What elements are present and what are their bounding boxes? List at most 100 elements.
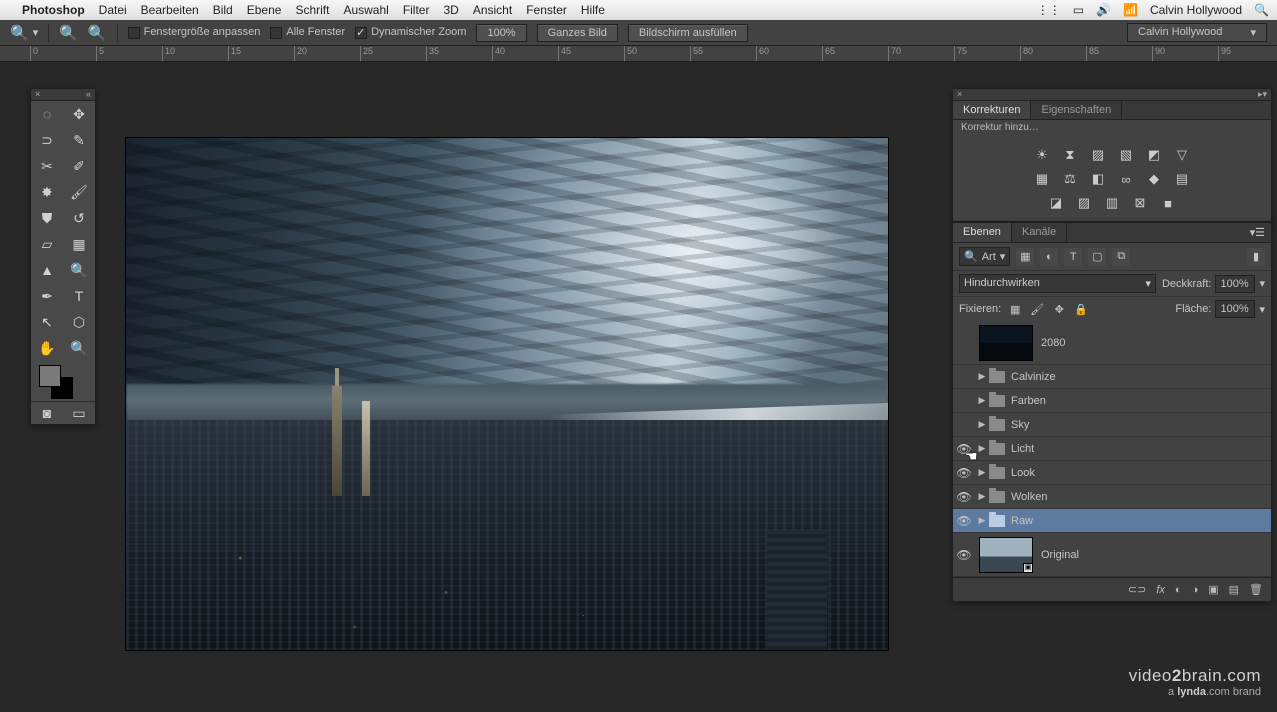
move-tool[interactable]: ✥ <box>63 101 95 127</box>
scrubby-zoom-checkbox[interactable]: Dynamischer Zoom <box>355 26 466 38</box>
lasso-tool[interactable]: ⊃ <box>31 127 63 153</box>
layer-name-label[interactable]: Raw <box>1011 515 1271 527</box>
layer-name-label[interactable]: 2080 <box>1041 337 1271 349</box>
folder-disclosure-icon[interactable]: ▶ <box>975 443 989 454</box>
layer-row-look[interactable]: 👁▶Look <box>953 461 1271 485</box>
adjustment-icon-0-4[interactable]: ◩ <box>1145 147 1163 163</box>
folder-disclosure-icon[interactable]: ▶ <box>975 419 989 430</box>
menubar-wifi-icon[interactable]: 📶 <box>1123 3 1138 17</box>
menu-filter[interactable]: Filter <box>403 3 430 17</box>
adjustment-icon-0-2[interactable]: ▨ <box>1089 147 1107 163</box>
adjustment-icon-2-4[interactable]: ■ <box>1159 195 1177 211</box>
opacity-input[interactable]: 100% <box>1215 275 1255 293</box>
menu-3d[interactable]: 3D <box>443 3 458 17</box>
shape-tool[interactable]: ⬡ <box>63 309 95 335</box>
layer-row-raw[interactable]: 👁▶ Raw <box>953 509 1271 533</box>
layer-visibility-toggle[interactable]: 👁 <box>953 442 975 456</box>
folder-disclosure-icon[interactable]: ▶ <box>975 491 989 502</box>
layer-name-label[interactable]: Calvinize <box>1011 371 1271 383</box>
screenmode-toggle[interactable]: ▭ <box>63 402 95 424</box>
menu-auswahl[interactable]: Auswahl <box>343 3 388 17</box>
opacity-flyout-icon[interactable]: ▾ <box>1259 277 1265 290</box>
layer-fx-icon[interactable]: fx <box>1156 584 1165 596</box>
layer-name-label[interactable]: Sky <box>1011 419 1271 431</box>
filter-type-icon[interactable]: T <box>1064 248 1082 266</box>
adjustment-icon-2-3[interactable]: ⊠ <box>1131 195 1149 211</box>
all-windows-checkbox[interactable]: Alle Fenster <box>270 26 345 38</box>
lock-position-icon[interactable]: ✥ <box>1051 301 1067 317</box>
adjustment-icon-2-0[interactable]: ◪ <box>1047 195 1065 211</box>
menu-schrift[interactable]: Schrift <box>295 3 329 17</box>
quickmask-toggle[interactable]: ◙ <box>31 402 63 424</box>
panel-flyout-icon[interactable]: ▾☰ <box>1244 223 1271 242</box>
adjustment-icon-0-0[interactable]: ☀ <box>1033 147 1051 163</box>
tab-ebenen[interactable]: Ebenen <box>953 223 1012 242</box>
adjustment-icon-1-0[interactable]: ▦ <box>1033 171 1051 187</box>
lock-all-icon[interactable]: 🔒 <box>1073 301 1089 317</box>
new-group-icon[interactable]: ▣ <box>1208 583 1218 596</box>
tab-eigenschaften[interactable]: Eigenschaften <box>1031 101 1122 119</box>
adjustment-icon-0-3[interactable]: ▧ <box>1117 147 1135 163</box>
zoom-tool[interactable]: 🔍 <box>63 257 95 283</box>
layer-row-licht[interactable]: 👁▶ Licht <box>953 437 1271 461</box>
layer-thumbnail[interactable] <box>979 325 1033 361</box>
marquee-tool[interactable]: ◌ <box>31 101 63 127</box>
menu-fenster[interactable]: Fenster <box>526 3 567 17</box>
history-brush-tool[interactable]: ↺ <box>63 205 95 231</box>
tab-korrekturen[interactable]: Korrekturen <box>953 101 1031 119</box>
tab-kanaele[interactable]: Kanäle <box>1012 223 1067 242</box>
filter-pixel-icon[interactable]: ▦ <box>1016 248 1034 266</box>
lock-transparency-icon[interactable]: ▦ <box>1007 301 1023 317</box>
workspace-switcher[interactable]: Calvin Hollywood▾ <box>1127 23 1267 42</box>
document-canvas[interactable] <box>126 138 888 650</box>
fit-screen-button[interactable]: Ganzes Bild <box>537 24 618 42</box>
adjustment-icon-1-2[interactable]: ◧ <box>1089 171 1107 187</box>
menu-bearbeiten[interactable]: Bearbeiten <box>141 3 199 17</box>
path-select-tool[interactable]: ↖ <box>31 309 63 335</box>
new-fill-adjust-icon[interactable]: ◑ <box>1192 584 1199 596</box>
tools-collapse-icon[interactable]: « <box>86 89 91 100</box>
layer-thumbnail[interactable]: ▣ <box>979 537 1033 573</box>
fill-screen-button[interactable]: Bildschirm ausfüllen <box>628 24 748 42</box>
tools-close-icon[interactable]: × <box>35 89 40 100</box>
pen-tool[interactable]: ✒ <box>31 283 63 309</box>
quick-select-tool[interactable]: ✎ <box>63 127 95 153</box>
folder-disclosure-icon[interactable]: ▶ <box>975 395 989 406</box>
adjustment-icon-1-1[interactable]: ⚖ <box>1061 171 1079 187</box>
layer-name-label[interactable]: Licht <box>1011 443 1271 455</box>
blend-mode-select[interactable]: Hindurchwirken ▾ <box>959 274 1156 293</box>
layer-visibility-toggle[interactable]: 👁 <box>953 548 975 562</box>
foreground-swatch[interactable] <box>39 365 61 387</box>
layer-row-original[interactable]: 👁▣Original <box>953 533 1271 577</box>
filter-smart-icon[interactable]: ⧉ <box>1112 248 1130 266</box>
folder-disclosure-icon[interactable]: ▶ <box>975 515 989 526</box>
layer-row-sky[interactable]: ▶ Sky <box>953 413 1271 437</box>
type-tool[interactable]: T <box>63 283 95 309</box>
zoom-out-icon[interactable]: 🔍 <box>88 24 107 42</box>
app-menu[interactable]: Photoshop <box>22 3 85 17</box>
menu-bild[interactable]: Bild <box>213 3 233 17</box>
zoom-tool-2[interactable]: 🔍 <box>63 335 95 361</box>
layer-filter-type[interactable]: 🔍 Art ▾ <box>959 247 1010 266</box>
fill-input[interactable]: 100% <box>1215 300 1255 318</box>
filter-shape-icon[interactable]: ▢ <box>1088 248 1106 266</box>
menu-datei[interactable]: Datei <box>99 3 127 17</box>
healing-brush-tool[interactable]: ✸ <box>31 179 63 205</box>
canvas-area[interactable] <box>116 88 947 692</box>
adjustment-icon-1-3[interactable]: ∞ <box>1117 171 1135 187</box>
layer-row-calvinize[interactable]: ▶ Calvinize <box>953 365 1271 389</box>
gradient-tool[interactable]: ▦ <box>63 231 95 257</box>
lock-pixels-icon[interactable]: 🖌 <box>1029 301 1045 317</box>
adjustment-icon-2-2[interactable]: ▥ <box>1103 195 1121 211</box>
layer-visibility-toggle[interactable]: 👁 <box>953 514 975 528</box>
filter-toggle[interactable]: ▮ <box>1247 248 1265 266</box>
crop-tool[interactable]: ✂ <box>31 153 63 179</box>
eyedropper-tool[interactable]: ✐ <box>63 153 95 179</box>
panel-menu-icon[interactable]: ▸▾ <box>1258 89 1267 100</box>
folder-disclosure-icon[interactable]: ▶ <box>975 371 989 382</box>
fill-flyout-icon[interactable]: ▾ <box>1259 303 1265 316</box>
layer-row-farben[interactable]: ▶Farben <box>953 389 1271 413</box>
folder-disclosure-icon[interactable]: ▶ <box>975 467 989 478</box>
delete-layer-icon[interactable]: 🗑 <box>1249 583 1263 596</box>
menubar-user[interactable]: Calvin Hollywood <box>1150 3 1242 17</box>
